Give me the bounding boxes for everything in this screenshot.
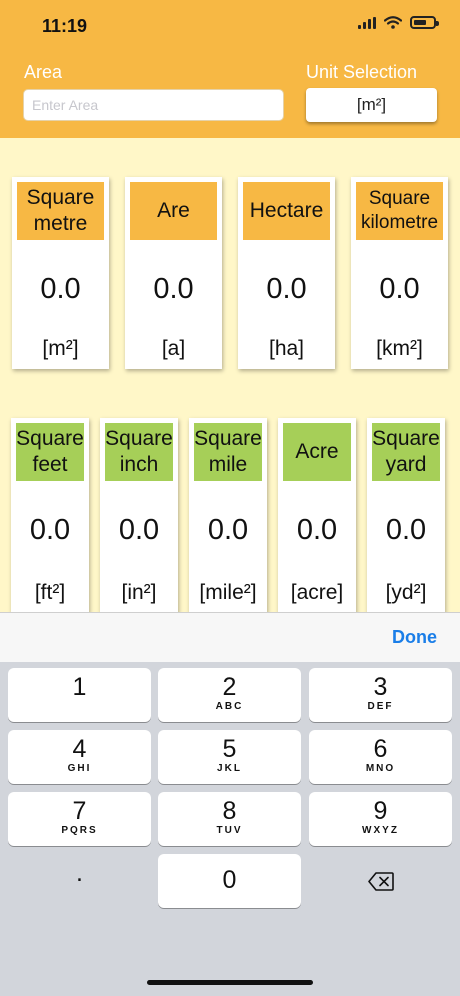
key-number: 1 [72,673,87,701]
card-value: 0.0 [207,514,249,546]
card-square-yard: Square yard 0.0 [yd²] [367,418,445,613]
card-title: Square yard [372,423,440,481]
card-square-mile: Square mile 0.0 [mile²] [189,418,267,613]
card-unit: [mile²] [199,581,257,604]
key-number: 9 [373,797,388,825]
key-number: 7 [72,797,87,825]
card-value: 0.0 [296,514,338,546]
key-decimal[interactable]: . [8,854,151,908]
key-letters: WXYZ [362,825,399,836]
card-unit: [km²] [376,337,423,360]
key-number: 3 [373,673,388,701]
card-title: Square kilometre [356,182,443,240]
card-unit: [a] [161,337,186,360]
card-title: Hectare [243,182,330,240]
card-value: 0.0 [29,514,71,546]
key-6[interactable]: 6 MNO [309,730,452,784]
card-unit: [m²] [42,337,79,360]
key-letters: PQRS [61,825,98,836]
card-title: Square feet [16,423,84,481]
numeric-keypad: 1 2 ABC 3 DEF 4 GHI 5 JKL 6 MNO 7 PQRS 8… [0,662,460,996]
card-square-feet: Square feet 0.0 [ft²] [11,418,89,613]
key-8[interactable]: 8 TUV [158,792,301,846]
key-number: 0 [222,866,237,894]
battery-icon [410,16,439,29]
backspace-icon [367,871,394,891]
key-decimal-label: . [76,859,83,887]
imperial-cards-row: Square feet 0.0 [ft²] Square inch 0.0 [i… [11,418,445,613]
card-hectare: Hectare 0.0 [ha] [238,177,335,369]
status-time: 11:19 [42,16,88,36]
key-number: 8 [222,797,237,825]
key-7[interactable]: 7 PQRS [8,792,151,846]
card-unit: [yd²] [385,581,427,604]
card-are: Are 0.0 [a] [125,177,222,369]
key-1[interactable]: 1 [8,668,151,722]
key-number: 2 [222,673,237,701]
done-button[interactable]: Done [392,627,437,648]
card-unit: [ha] [268,337,305,360]
unit-selection-button[interactable]: [m²] [306,88,437,122]
key-letters: ABC [215,701,244,712]
unit-selection-label: Unit Selection [306,62,418,82]
card-title: Square mile [194,423,262,481]
key-5[interactable]: 5 JKL [158,730,301,784]
key-number: 4 [72,735,87,763]
card-value: 0.0 [40,273,81,305]
wifi-icon [384,16,402,29]
key-letters: GHI [67,763,92,774]
key-2[interactable]: 2 ABC [158,668,301,722]
home-indicator [147,980,313,985]
card-value: 0.0 [118,514,160,546]
key-number: 5 [222,735,237,763]
card-title: Are [130,182,217,240]
area-label: Area [24,62,63,82]
key-number: 6 [373,735,388,763]
key-0[interactable]: 0 [158,854,301,908]
card-unit: [in²] [121,581,157,604]
key-delete[interactable] [309,854,452,908]
key-letters: JKL [217,763,242,774]
card-unit: [ft²] [34,581,66,604]
card-square-metre: Square metre 0.0 [m²] [12,177,109,369]
key-letters: DEF [367,701,394,712]
header-bar: 11:19 Area Unit Selection [m²] [0,0,460,138]
key-4[interactable]: 4 GHI [8,730,151,784]
card-title: Square metre [17,182,104,240]
card-title: Square inch [105,423,173,481]
card-square-inch: Square inch 0.0 [in²] [100,418,178,613]
card-value: 0.0 [385,514,427,546]
key-9[interactable]: 9 WXYZ [309,792,452,846]
card-title: Acre [283,423,351,481]
key-letters: TUV [216,825,243,836]
signal-icon [358,16,376,29]
key-letters: MNO [365,763,396,774]
key-3[interactable]: 3 DEF [309,668,452,722]
card-square-kilometre: Square kilometre 0.0 [km²] [351,177,448,369]
area-input[interactable] [23,89,284,121]
keyboard-toolbar: Done [0,612,460,663]
metric-cards-row: Square metre 0.0 [m²] Are 0.0 [a] Hectar… [12,177,448,369]
card-acre: Acre 0.0 [acre] [278,418,356,613]
card-value: 0.0 [266,273,307,305]
status-icons [358,16,439,29]
card-value: 0.0 [379,273,420,305]
card-value: 0.0 [153,273,194,305]
card-unit: [acre] [290,581,344,604]
